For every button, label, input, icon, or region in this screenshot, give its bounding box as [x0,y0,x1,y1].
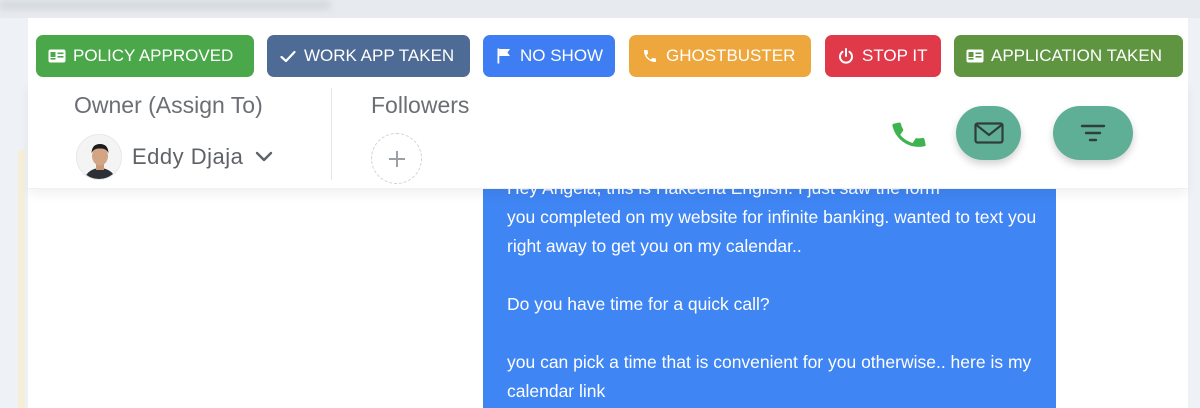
add-follower-button[interactable] [371,133,422,184]
tag-label: APPLICATION TAKEN [991,46,1162,65]
email-button[interactable] [956,106,1021,160]
message-line-1: you completed on my website for infinite… [507,207,1037,256]
power-icon [837,47,855,65]
tag-no-show[interactable]: NO SHOW [483,35,615,77]
right-gutter [1186,18,1200,408]
filter-icon [1080,124,1106,142]
tag-stop-it[interactable]: STOP IT [825,35,941,77]
message-partial-line: Hey Angela, this is Hakeena English. I j… [507,188,940,198]
phone-icon [641,47,659,65]
avatar [76,134,122,180]
tag-label: GHOSTBUSTER [666,46,796,65]
tag-label: WORK APP TAKEN [304,46,455,65]
owner-label: Owner (Assign To) [74,92,263,118]
owner-select[interactable]: Eddy Djaja [76,134,273,180]
chevron-down-icon [256,151,273,162]
flag-icon [495,47,513,65]
tag-label: NO SHOW [520,46,604,65]
followers-label: Followers [371,92,470,118]
tag-label: STOP IT [862,46,928,65]
envelope-icon [973,122,1004,144]
filter-button[interactable] [1053,106,1133,160]
message-bubble: Hey Angela, this is Hakeena English. I j… [483,188,1056,408]
owner-name: Eddy Djaja [132,144,244,169]
tag-ghostbuster[interactable]: GHOSTBUSTER [629,35,811,77]
plus-icon [388,150,405,167]
check-icon [279,47,297,65]
tag-policy-approved[interactable]: POLICY APPROVED [36,35,254,77]
id-card-icon [966,47,984,65]
left-highlight-bar [18,150,25,408]
section-divider [331,88,332,180]
message-line-3: you can pick a time that is convenient f… [507,352,1032,401]
call-button[interactable] [890,116,928,154]
message-line-2: Do you have time for a quick call? [507,294,770,314]
phone-icon [892,122,926,147]
tag-label: POLICY APPROVED [73,46,234,65]
blurred-header [0,0,330,10]
id-card-icon [48,47,66,65]
tag-work-app-taken[interactable]: WORK APP TAKEN [267,35,470,77]
tag-application-taken[interactable]: APPLICATION TAKEN [954,35,1183,77]
